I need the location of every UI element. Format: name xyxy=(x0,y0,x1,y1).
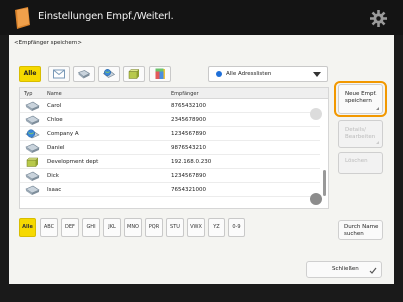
row-name: Company A xyxy=(47,131,79,137)
file-server-icon xyxy=(26,157,39,167)
corner-marker-icon xyxy=(376,107,379,110)
alpha-tab-mno[interactable]: MNO xyxy=(124,218,142,237)
app-logo-icon xyxy=(15,7,30,29)
alpha-tab-def[interactable]: DEF xyxy=(61,218,79,237)
scroll-down-button[interactable] xyxy=(310,193,322,205)
row-name: Carol xyxy=(47,103,62,109)
new-recipient-save-button[interactable]: Neue Empf. speichern xyxy=(338,84,383,114)
button-label-line1: Neue Empf. xyxy=(345,91,377,97)
row-name: Isaac xyxy=(47,187,62,193)
alpha-tab-stu[interactable]: STU xyxy=(166,218,184,237)
table-row[interactable]: Dick 1234567890 xyxy=(20,169,320,183)
close-button[interactable]: Schließen xyxy=(306,261,382,278)
button-label-line2: Bearbeiten xyxy=(345,134,376,140)
page-title: Einstellungen Empf./Weiterl. xyxy=(38,11,174,22)
alpha-tab-pqr[interactable]: PQR xyxy=(145,218,163,237)
table-row[interactable]: Company A 1234567890 xyxy=(20,127,320,141)
fax-icon xyxy=(25,101,40,111)
alpha-tab-jkl[interactable]: JKL xyxy=(103,218,121,237)
row-recipient: 8765432100 xyxy=(171,103,206,109)
fax-icon xyxy=(25,185,40,195)
column-header-recipient: Empfänger xyxy=(171,91,199,97)
table-row[interactable]: Carol 8765432100 xyxy=(20,99,320,113)
delete-button[interactable]: Löschen xyxy=(338,152,383,174)
row-recipient: 1234567890 xyxy=(171,173,206,179)
details-edit-button[interactable]: Details/Bearbeiten xyxy=(338,120,383,148)
corner-marker-icon xyxy=(376,141,379,144)
fax-icon xyxy=(25,143,40,153)
alpha-tab-vwx[interactable]: VWX xyxy=(187,218,205,237)
table-row[interactable]: Development dept 192.168.0.230 xyxy=(20,155,320,169)
group-globe-icon xyxy=(102,69,116,78)
globe-icon xyxy=(25,129,40,139)
alpha-tab-digits[interactable]: 0-9 xyxy=(228,218,245,237)
check-icon xyxy=(369,267,377,274)
gear-icon[interactable] xyxy=(370,10,387,27)
title-bar: Einstellungen Empf./Weiterl. xyxy=(0,0,403,35)
group-color-icon xyxy=(155,68,165,79)
table-row[interactable]: Isaac 7654321000 xyxy=(20,183,320,197)
row-name: Development dept xyxy=(47,159,99,165)
search-by-name-button[interactable]: Durch Name suchen xyxy=(338,220,383,240)
alpha-tab-ghi[interactable]: GHI xyxy=(82,218,100,237)
chevron-down-icon xyxy=(313,72,321,77)
filter-tab-all[interactable]: Alle xyxy=(19,66,41,82)
button-label-line2: suchen xyxy=(344,231,364,237)
button-label: Löschen xyxy=(345,158,368,164)
close-button-label: Schließen xyxy=(332,266,359,272)
table-row[interactable]: Chloe 2345678900 xyxy=(20,113,320,127)
filter-tab-fax[interactable] xyxy=(73,66,95,82)
scroll-up-button[interactable] xyxy=(310,108,322,120)
filter-tab-group[interactable] xyxy=(98,66,120,82)
address-book-indicator-icon xyxy=(216,71,222,77)
row-name: Chloe xyxy=(47,117,63,123)
alpha-tab-abc[interactable]: ABC xyxy=(40,218,58,237)
filter-tab-file-server[interactable] xyxy=(123,66,145,82)
alpha-tab-all[interactable]: Alle xyxy=(19,218,36,237)
button-label-line1: Details/ xyxy=(345,127,366,133)
row-name: Daniel xyxy=(47,145,65,151)
button-label-line1: Durch Name xyxy=(344,224,379,230)
row-recipient: 2345678900 xyxy=(171,117,206,123)
column-header-type: Typ xyxy=(24,91,33,97)
fax-icon xyxy=(25,171,40,181)
fax-icon xyxy=(77,70,91,79)
row-recipient: 1234567890 xyxy=(171,131,206,137)
table-row[interactable]: Daniel 9876543210 xyxy=(20,141,320,155)
mail-icon xyxy=(53,69,65,79)
filter-tab-group-color[interactable] xyxy=(149,66,171,82)
address-book-selected: Alle Adresslisten xyxy=(226,71,272,77)
section-label: <Empfänger speichern> xyxy=(14,40,83,46)
button-label-line2: speichern xyxy=(345,98,372,104)
row-recipient: 7654321000 xyxy=(171,187,206,193)
alpha-tab-yz[interactable]: YZ xyxy=(208,218,225,237)
table-header: Typ Name Empfänger xyxy=(20,88,328,99)
row-recipient: 192.168.0.230 xyxy=(171,159,212,165)
filter-tab-mail[interactable] xyxy=(48,66,70,82)
file-server-icon xyxy=(128,69,140,79)
recipient-table: Typ Name Empfänger Carol 8765432100 Chlo… xyxy=(19,87,329,209)
column-header-name: Name xyxy=(47,91,62,97)
row-recipient: 9876543210 xyxy=(171,145,206,151)
row-name: Dick xyxy=(47,173,59,179)
scrollbar-thumb[interactable] xyxy=(323,170,326,196)
fax-icon xyxy=(25,115,40,125)
address-book-select[interactable]: Alle Adresslisten xyxy=(208,66,328,82)
